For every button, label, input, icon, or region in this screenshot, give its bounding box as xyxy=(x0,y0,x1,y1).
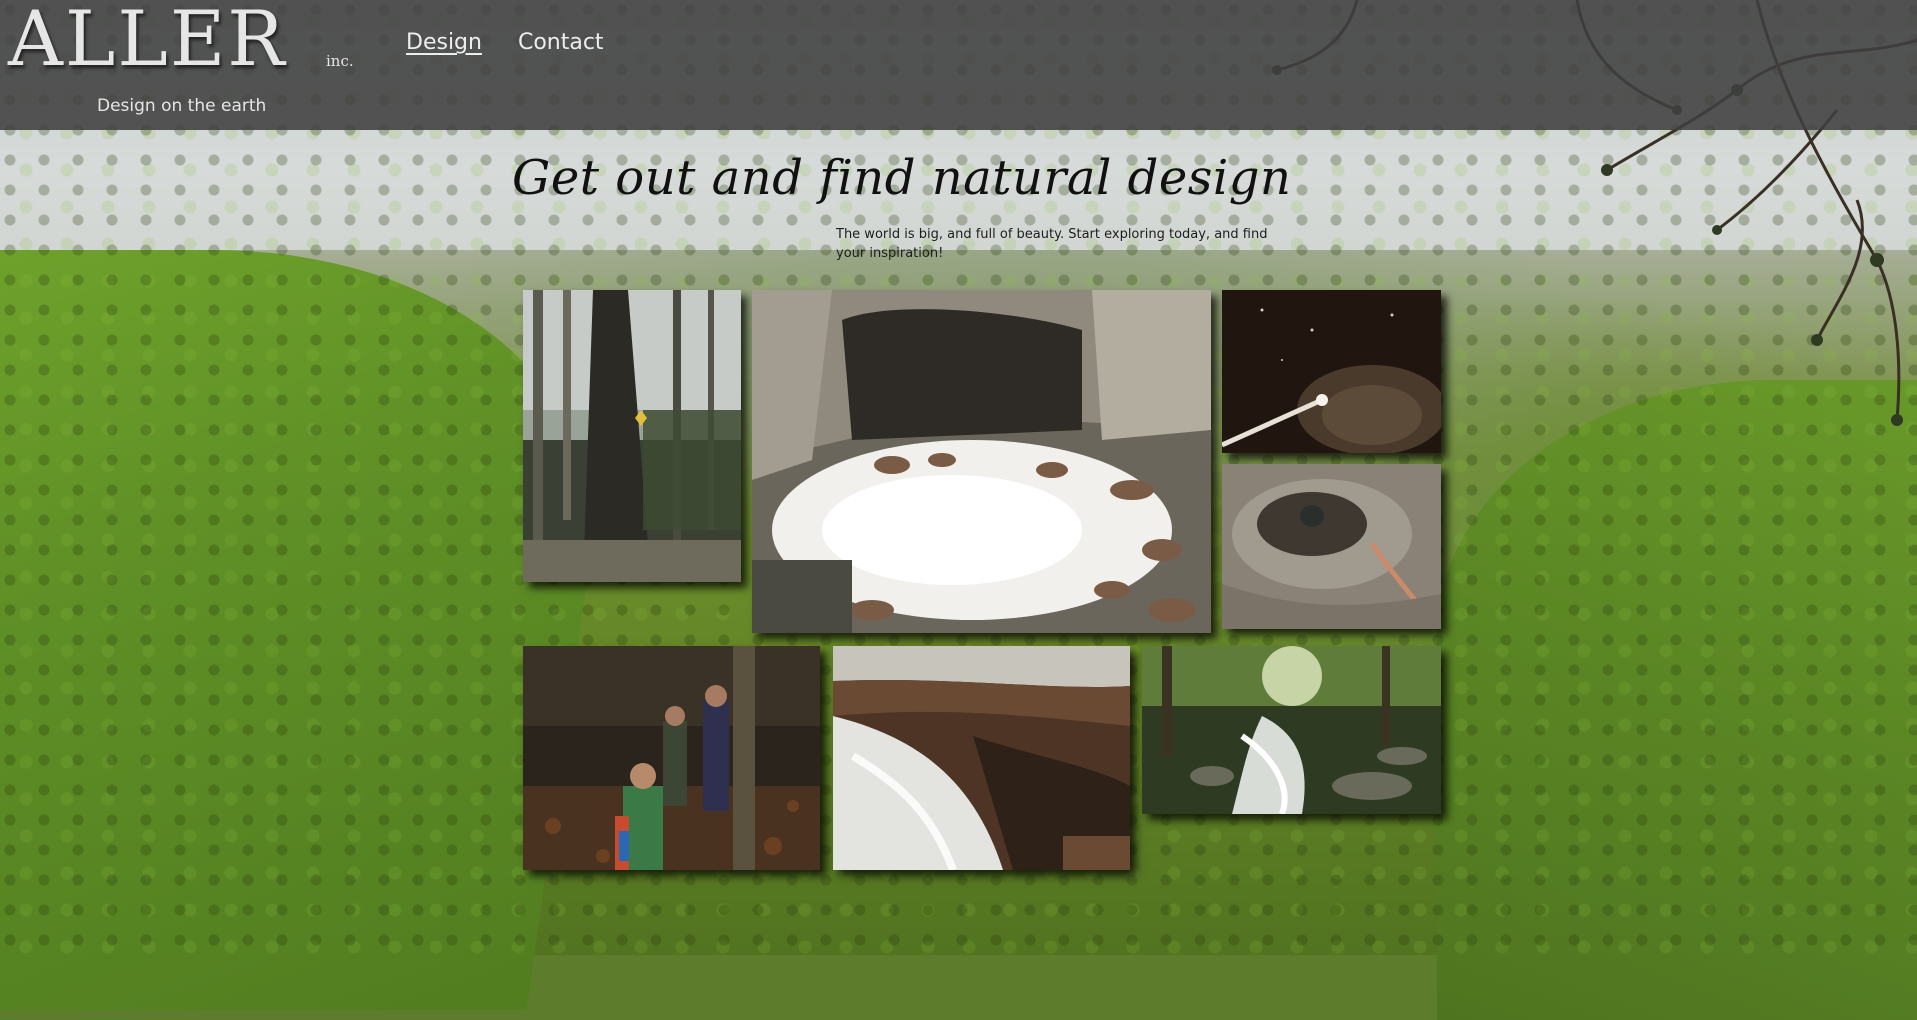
brand-suffix: inc. xyxy=(326,52,354,70)
gallery-photo-waterfall-ledge[interactable] xyxy=(833,646,1130,870)
main-nav: Design Contact xyxy=(406,30,604,55)
gallery-photo-caver-headlamp[interactable] xyxy=(1222,290,1441,453)
nav-link-contact[interactable]: Contact xyxy=(518,30,604,55)
site-header: ALLER inc. Design on the earth Design Co… xyxy=(0,0,1917,130)
gallery-photo-cave-stream[interactable] xyxy=(752,290,1211,633)
gallery-photo-forest-trail[interactable] xyxy=(523,290,741,582)
nav-link-design[interactable]: Design xyxy=(406,30,482,55)
gallery-photo-cave-passage-rope[interactable] xyxy=(1222,464,1441,629)
brand-tagline: Design on the earth xyxy=(97,96,267,116)
gallery-photo-cavers-group[interactable] xyxy=(523,646,820,870)
brand-name: ALLER xyxy=(8,0,287,83)
gallery-photo-forest-creek[interactable] xyxy=(1142,646,1441,814)
hero-title: Get out and find natural design xyxy=(512,150,1292,206)
hero-subtitle: The world is big, and full of beauty. St… xyxy=(836,227,1268,261)
